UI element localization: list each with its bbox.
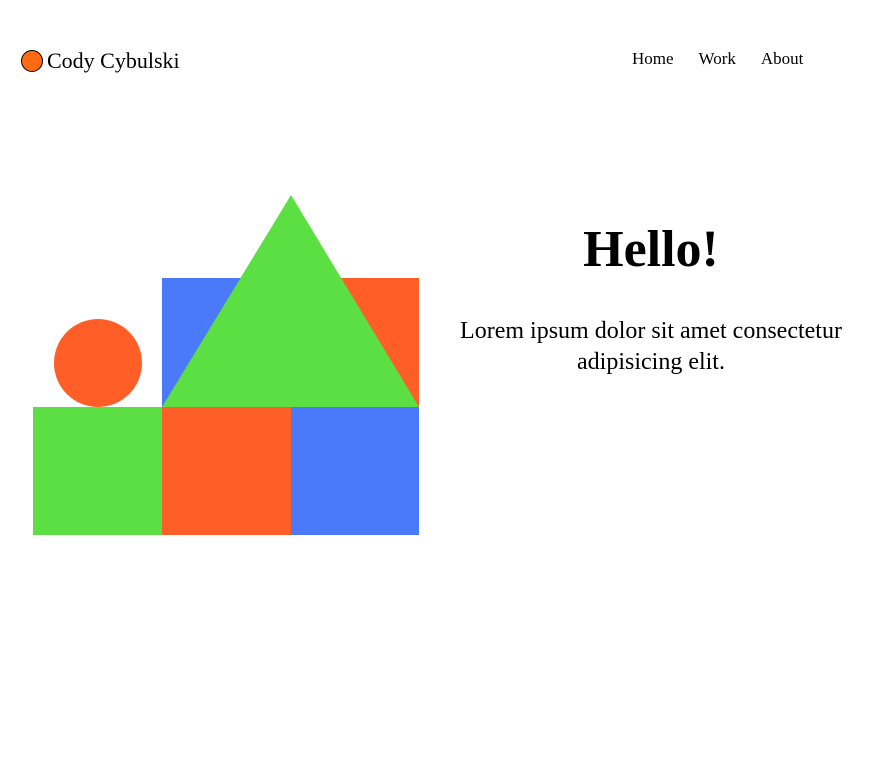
hero-title: Hello!: [583, 221, 719, 278]
brand-name: Cody Cybulski: [47, 48, 180, 73]
green-triangle-shape: [162, 195, 419, 407]
orange-circle: [54, 319, 142, 407]
orange-square: [162, 407, 291, 535]
brand-home-link[interactable]: Cody Cybulski: [21, 47, 180, 75]
green-square: [33, 407, 162, 535]
hero-illustration: [33, 195, 419, 535]
nav-link-home[interactable]: Home: [632, 48, 674, 70]
nav-link-work[interactable]: Work: [699, 48, 736, 70]
hero-text: Hello! Lorem ipsum dolor sit amet consec…: [433, 218, 869, 378]
hero-subtitle: Lorem ipsum dolor sit amet consectetur a…: [460, 318, 842, 375]
page: Cody Cybulski Home Work About Hello! Lor…: [0, 0, 879, 771]
main-nav: Home Work About: [632, 48, 803, 70]
nav-link-about[interactable]: About: [761, 48, 804, 70]
blue-square: [291, 407, 419, 535]
logo-circle-icon: [21, 50, 43, 72]
